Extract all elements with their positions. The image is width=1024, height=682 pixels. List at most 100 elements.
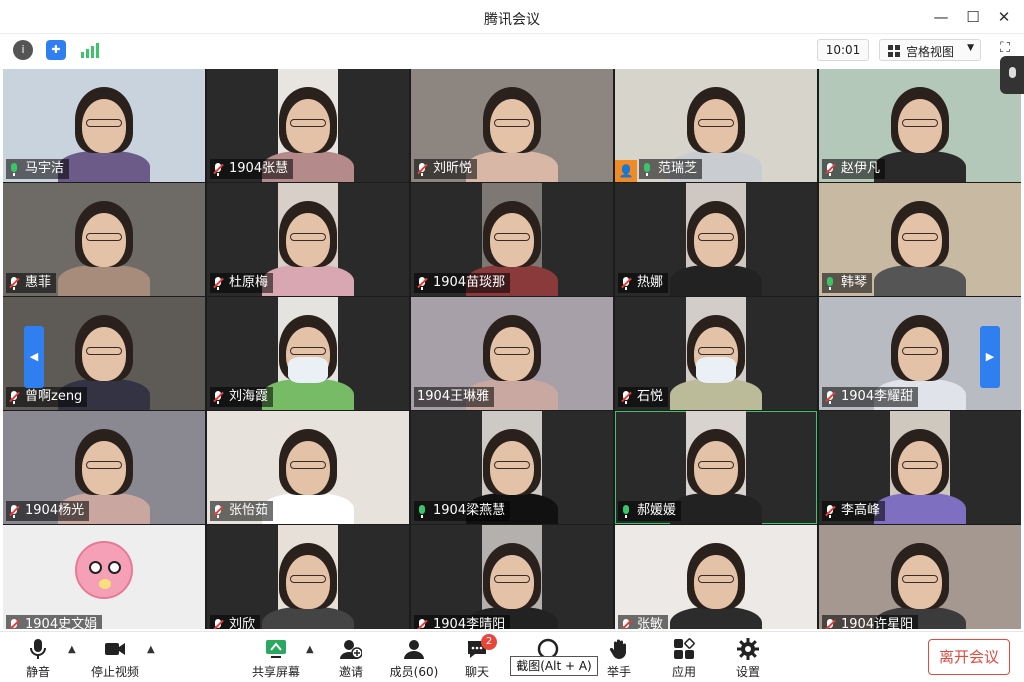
participant-name-tag: 1904李晴阳 (414, 615, 511, 629)
participant-name-tag: 1904张慧 (210, 159, 294, 179)
microphone-icon (642, 162, 652, 176)
mic-muted-icon (213, 618, 224, 629)
grid-view-icon (888, 45, 900, 57)
participant-glasses (289, 119, 326, 127)
participant-tile[interactable]: 👤 范瑞芝 (615, 69, 817, 182)
participant-body (874, 151, 966, 182)
participant-name: 刘海霞 (229, 389, 269, 404)
video-options-caret-icon[interactable]: ▲ (147, 644, 155, 655)
participant-glasses (86, 347, 122, 355)
participant-tile[interactable]: 1904李晴阳 (411, 525, 613, 629)
participant-glasses (697, 347, 734, 355)
participant-glasses (493, 575, 530, 583)
participant-name: 郝媛媛 (637, 503, 677, 518)
participant-tile[interactable]: 郝媛媛 (615, 411, 817, 524)
participant-glasses (902, 233, 938, 241)
participant-name: 马宇洁 (25, 161, 65, 176)
participant-name: 刘欣 (229, 617, 256, 629)
participant-body (58, 151, 150, 182)
participant-tile[interactable]: 李高峰 (819, 411, 1021, 524)
participant-glasses (697, 461, 734, 469)
chat-unread-badge: 2 (481, 634, 497, 650)
view-mode-label: 宫格视图 (906, 45, 955, 59)
participant-tile[interactable]: 1904苗琰那 (411, 183, 613, 296)
raise-hand-button[interactable]: 举手 (589, 636, 649, 680)
window-title: 腾讯会议 (484, 12, 540, 28)
floating-mic-icon[interactable] (1000, 56, 1024, 94)
next-page-arrow-icon[interactable]: ▶ (980, 326, 1000, 388)
stop-video-button[interactable]: 停止视频 (85, 636, 145, 680)
participant-tile[interactable]: 1904张慧 (207, 69, 409, 182)
mic-muted-icon (825, 504, 836, 518)
participant-name: 赵伊凡 (841, 161, 881, 176)
participant-name-tag: 1904梁燕慧 (414, 501, 511, 521)
participant-name: 曾啊zeng (25, 389, 83, 404)
participant-tile[interactable]: 赵伊凡 (819, 69, 1021, 182)
participant-tile[interactable]: 1904史文娟 (3, 525, 205, 629)
participant-name: 1904梁燕慧 (433, 503, 506, 518)
mute-options-caret-icon[interactable]: ▲ (68, 644, 76, 655)
members-button[interactable]: 成员(60) (384, 636, 444, 680)
participant-name-tag: 韩琴 (822, 273, 873, 293)
invite-button[interactable]: 邀请 (321, 636, 381, 680)
participant-glasses (902, 575, 938, 583)
mute-button[interactable]: 静音 (8, 636, 68, 680)
participant-tile[interactable]: 热娜 (615, 183, 817, 296)
caret-down-icon: ▼ (967, 43, 974, 53)
participant-body (262, 607, 354, 629)
participant-name-tag: 刘昕悦 (414, 159, 478, 179)
participant-name: 刘昕悦 (433, 161, 473, 176)
participant-tile[interactable]: 马宇洁 (3, 69, 205, 182)
participant-name-tag: 曾啊zeng (6, 387, 88, 407)
signal-icon[interactable] (79, 40, 99, 60)
participant-tile[interactable]: 刘欣 (207, 525, 409, 629)
participant-body (58, 265, 150, 296)
participant-name-tag: 惠菲 (6, 273, 57, 293)
participant-name: 韩琴 (841, 275, 868, 290)
participant-body (262, 493, 354, 524)
mic-muted-icon (417, 618, 428, 629)
face-mask (695, 357, 736, 383)
participant-tile[interactable]: 1904许星阳 (819, 525, 1021, 629)
apps-button[interactable]: 应用 (654, 636, 714, 680)
security-shield-icon[interactable]: ✚ (46, 40, 66, 60)
settings-button[interactable]: 设置 (718, 636, 778, 680)
participant-glasses (493, 233, 530, 241)
chat-button[interactable]: 2 聊天 (447, 634, 507, 680)
participant-glasses (698, 575, 734, 583)
participant-tile[interactable]: 石悦 (615, 297, 817, 410)
participant-tile[interactable]: 韩琴 (819, 183, 1021, 296)
leave-meeting-button[interactable]: 离开会议 (928, 639, 1010, 675)
participant-name-tag: 赵伊凡 (822, 159, 886, 179)
participant-tile[interactable]: 1904杨光 (3, 411, 205, 524)
participant-name-tag: 张怡茹 (210, 501, 274, 521)
info-icon[interactable]: i (13, 40, 33, 60)
participant-tile[interactable]: 张敏 (615, 525, 817, 629)
participant-name: 1904李耀甜 (841, 389, 914, 404)
avatar-icon (75, 541, 133, 599)
participant-body (874, 265, 966, 296)
participant-name-tag: 1904史文娟 (6, 615, 103, 629)
minimize-icon[interactable]: — (930, 6, 952, 28)
participant-tile[interactable]: 1904梁燕慧 (411, 411, 613, 524)
maximize-icon[interactable]: ☐ (962, 6, 984, 28)
participant-tile[interactable]: 刘昕悦 (411, 69, 613, 182)
participant-tile[interactable]: 刘海霞 (207, 297, 409, 410)
share-screen-button[interactable]: 共享屏幕 (246, 636, 306, 680)
participant-tile[interactable]: 惠菲 (3, 183, 205, 296)
participant-tile[interactable]: 张怡茹 (207, 411, 409, 524)
close-icon[interactable]: ✕ (993, 6, 1015, 28)
participant-tile[interactable]: 1904王琳雅 (411, 297, 613, 410)
participant-tile[interactable]: 杜原梅 (207, 183, 409, 296)
participant-glasses (901, 461, 938, 469)
share-options-caret-icon[interactable]: ▲ (306, 644, 314, 655)
participant-name: 1904张慧 (229, 161, 289, 176)
participant-video (670, 411, 762, 524)
prev-page-arrow-icon[interactable]: ◀ (24, 326, 44, 388)
participant-name: 杜原梅 (229, 275, 269, 290)
title-bar: 腾讯会议 — ☐ ✕ (0, 0, 1024, 34)
participant-video (670, 183, 762, 296)
participant-glasses (902, 119, 938, 127)
view-mode-dropdown[interactable]: 宫格视图 ▼ (879, 39, 981, 61)
microphone-icon (621, 504, 631, 518)
